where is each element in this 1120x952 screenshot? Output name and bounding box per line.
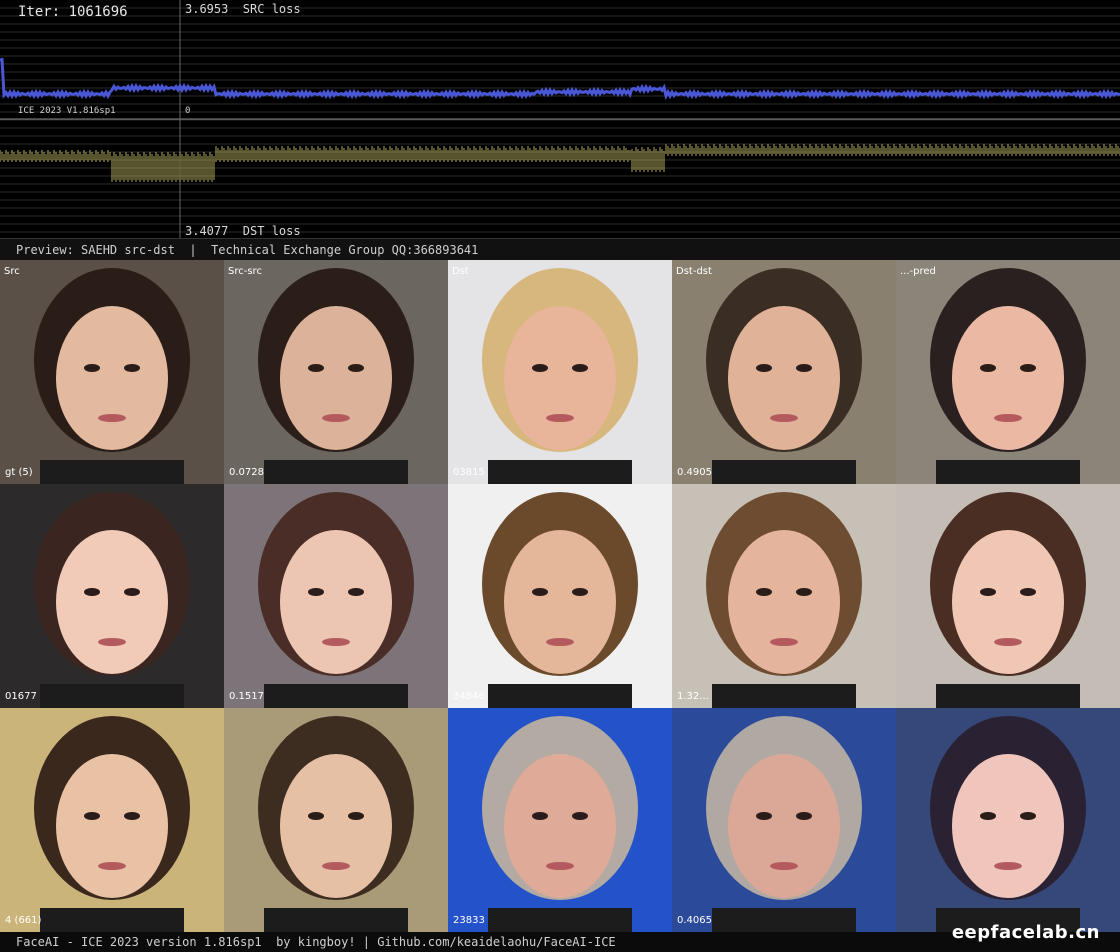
face-image: [672, 260, 896, 484]
preview-cell: Dst-dst 0.4905: [672, 260, 896, 484]
preview-column-label: Dst-dst: [676, 266, 712, 277]
face-image: [896, 260, 1120, 484]
preview-cell-value: 0.4905: [677, 467, 712, 478]
preview-cell: 0.4065: [672, 708, 896, 932]
preview-cell: Dst 03815: [448, 260, 672, 484]
preview-cell-value: 1.32...: [677, 691, 709, 702]
preview-cell: [896, 708, 1120, 932]
preview-cell: Src-src 0.0728: [224, 260, 448, 484]
preview-cell: 01677: [0, 484, 224, 708]
dst-loss-label: 3.4077 DST loss: [185, 224, 301, 238]
face-image: [0, 484, 224, 708]
version-label: ICE 2023 V1.816sp1: [18, 106, 116, 116]
preview-cell: 4 (661): [0, 708, 224, 932]
face-image: [448, 708, 672, 932]
preview-title: Preview: SAEHD src-dst | Technical Excha…: [16, 243, 479, 257]
preview-cell-value: 34846: [453, 691, 485, 702]
preview-cell: 23833: [448, 708, 672, 932]
face-image: [672, 484, 896, 708]
face-image: [448, 260, 672, 484]
preview-cell: [224, 708, 448, 932]
footer-text: FaceAI - ICE 2023 version 1.816sp1 by ki…: [16, 935, 616, 949]
preview-cell: ...-pred: [896, 260, 1120, 484]
preview-cell: [896, 484, 1120, 708]
preview-cell: 0.1517: [224, 484, 448, 708]
preview-grid: Src gt (5) Src-src 0.0728 Dst 03815 Dst-dst 0.4…: [0, 260, 1120, 932]
preview-cell-value: 0.1517: [229, 691, 264, 702]
preview-cell-value: 03815: [453, 467, 485, 478]
face-image: [896, 708, 1120, 932]
preview-cell: Src gt (5): [0, 260, 224, 484]
preview-cell-value: 4 (661): [5, 915, 42, 926]
face-image: [224, 260, 448, 484]
preview-cell: 1.32...: [672, 484, 896, 708]
face-image: [0, 260, 224, 484]
src-loss-line: [0, 57, 1120, 101]
face-image: [224, 484, 448, 708]
src-loss-label: 3.6953 SRC loss: [185, 2, 301, 16]
face-image: [448, 484, 672, 708]
preview-column-label: Src-src: [228, 266, 262, 277]
loss-graph: Iter: 1061696 3.6953 SRC loss 3.4077 DST…: [0, 0, 1120, 238]
preview-cell-value: 23833: [453, 915, 485, 926]
zero-axis-label: 0: [185, 106, 191, 116]
preview-cell-value: 0.0728: [229, 467, 264, 478]
face-image: [672, 708, 896, 932]
face-image: [0, 708, 224, 932]
preview-cell: 34846: [448, 484, 672, 708]
preview-title-bar: Preview: SAEHD src-dst | Technical Excha…: [0, 238, 1120, 261]
iteration-counter: Iter: 1061696: [18, 4, 128, 20]
preview-cell-value: 01677: [5, 691, 37, 702]
preview-cell-value: 0.4065: [677, 915, 712, 926]
footer: FaceAI - ICE 2023 version 1.816sp1 by ki…: [0, 922, 1120, 952]
loss-graph-canvas: [0, 0, 1120, 238]
preview-column-label: ...-pred: [900, 266, 936, 277]
face-image: [224, 708, 448, 932]
watermark: eepfacelab.cn: [951, 922, 1100, 943]
preview-cell-value: gt (5): [5, 467, 33, 478]
preview-column-label: Src: [4, 266, 20, 277]
preview-column-label: Dst: [452, 266, 469, 277]
face-image: [896, 484, 1120, 708]
